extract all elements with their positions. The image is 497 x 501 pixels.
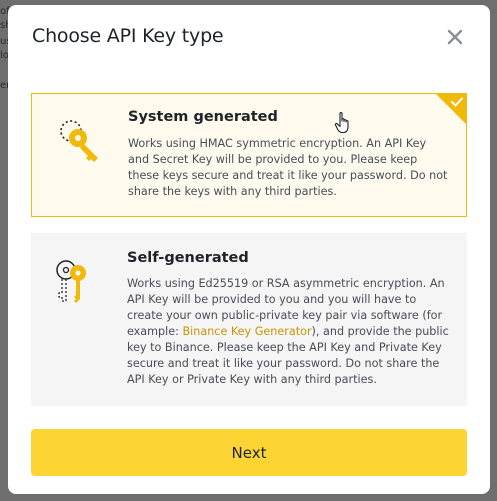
option-description: Works using HMAC symmetric encryption. A…: [128, 137, 448, 198]
option-title: System generated: [128, 109, 278, 125]
choose-api-key-type-dialog: Choose API Key type System generated Wor…: [8, 5, 490, 494]
binance-key-generator-link[interactable]: Binance Key Generator: [182, 325, 311, 338]
option-self-generated[interactable]: Self-generated Works using Ed25519 or RS…: [31, 233, 467, 406]
option-system-generated[interactable]: System generated Works using HMAC symmet…: [31, 93, 467, 217]
close-button[interactable]: [444, 26, 466, 48]
keys-pair-icon: [56, 260, 86, 303]
key-dotted-circle-icon: [60, 120, 98, 162]
option-title: Self-generated: [127, 250, 249, 266]
next-button[interactable]: Next: [31, 429, 467, 476]
dialog-title: Choose API Key type: [32, 25, 224, 47]
selected-check-icon: [436, 94, 466, 124]
close-icon: [447, 29, 463, 45]
option-description: Works using Ed25519 or RSA asymmetric en…: [127, 276, 449, 388]
